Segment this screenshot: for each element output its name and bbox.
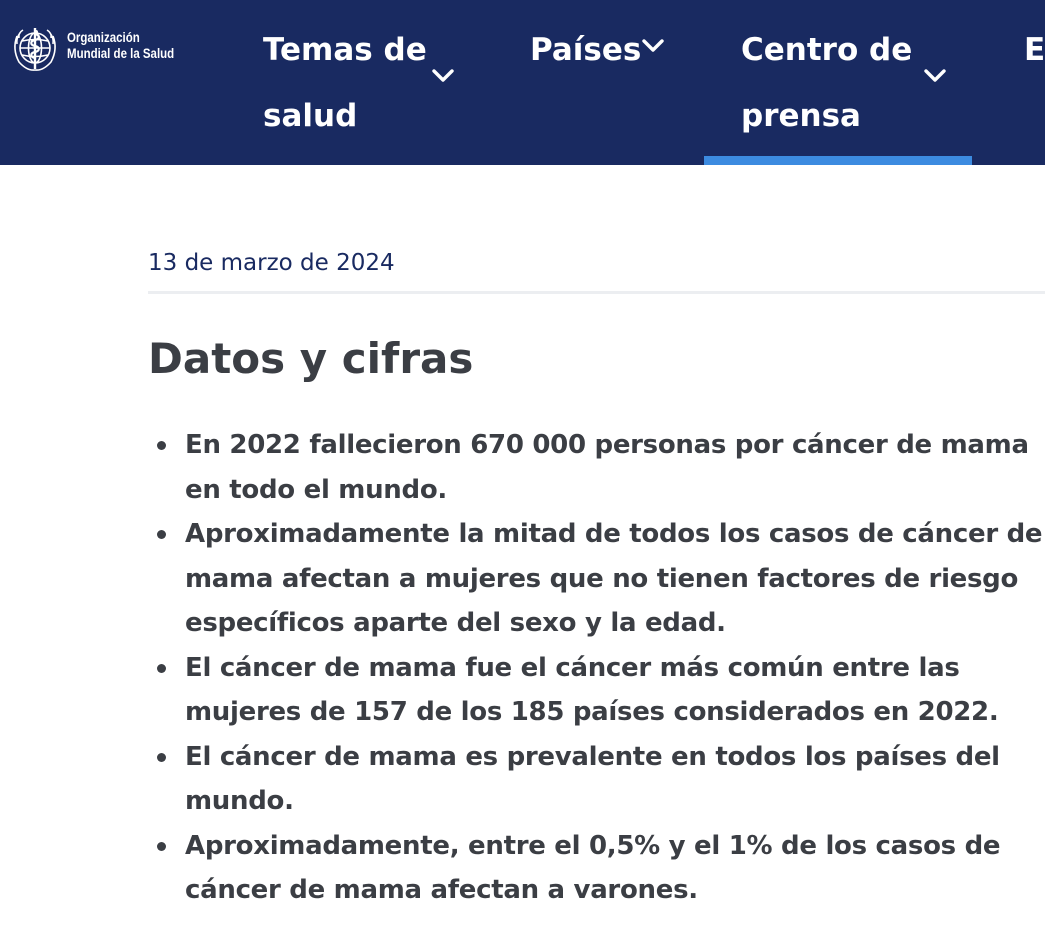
list-item: En 2022 fallecieron 670 000 personas por…: [157, 423, 1045, 512]
logo-line-2: Mundial de la Salud: [67, 45, 175, 61]
bullet-icon: [157, 530, 166, 539]
who-logo[interactable]: Organización Mundial de la Salud: [8, 22, 218, 74]
top-navigation-bar: Organización Mundial de la Salud Temas d…: [0, 0, 1045, 165]
nav-item-label: E: [1024, 32, 1045, 68]
fact-text: En 2022 fallecieron 670 000 personas por…: [185, 430, 1029, 505]
list-item: Aproximadamente, entre el 0,5% y el 1% d…: [157, 824, 1045, 913]
nav-item-label: Temas de salud: [263, 32, 427, 134]
list-item: El cáncer de mama fue el cáncer más comú…: [157, 646, 1045, 735]
fact-text: El cáncer de mama es prevalente en todos…: [185, 741, 1000, 817]
fact-text: El cáncer de mama fue el cáncer más comú…: [185, 652, 999, 728]
bullet-icon: [157, 441, 166, 450]
nav-item-paises[interactable]: Países: [530, 17, 680, 83]
chevron-down-icon: [432, 69, 454, 82]
chevron-down-icon: [924, 69, 946, 82]
bullet-icon: [157, 663, 166, 673]
logo-wordmark: Organización Mundial de la Salud: [67, 29, 174, 61]
section-heading: Datos y cifras: [148, 334, 474, 383]
list-item: El cáncer de mama es prevalente en todos…: [157, 735, 1045, 824]
fact-text: Aproximadamente la mitad de todos los ca…: [185, 519, 1043, 638]
chevron-down-icon: [642, 39, 664, 52]
fact-text: Aproximadamente, entre el 0,5% y el 1% d…: [185, 830, 1001, 906]
nav-item-label: Centro de prensa: [741, 32, 913, 134]
active-nav-indicator: [704, 156, 972, 165]
key-facts-list: En 2022 fallecieron 670 000 personas por…: [157, 423, 1045, 913]
bullet-icon: [157, 841, 166, 851]
bullet-icon: [157, 752, 166, 762]
nav-item-temas-de-salud[interactable]: Temas de salud: [263, 17, 454, 149]
list-item: Aproximadamente la mitad de todos los ca…: [157, 512, 1045, 646]
nav-item-truncated[interactable]: E: [1024, 17, 1045, 83]
divider: [148, 291, 1045, 294]
logo-line-1: Organización: [67, 29, 140, 45]
publication-date: 13 de marzo de 2024: [148, 250, 395, 276]
who-emblem-icon: [14, 28, 56, 71]
nav-item-centro-de-prensa[interactable]: Centro de prensa: [741, 17, 946, 149]
